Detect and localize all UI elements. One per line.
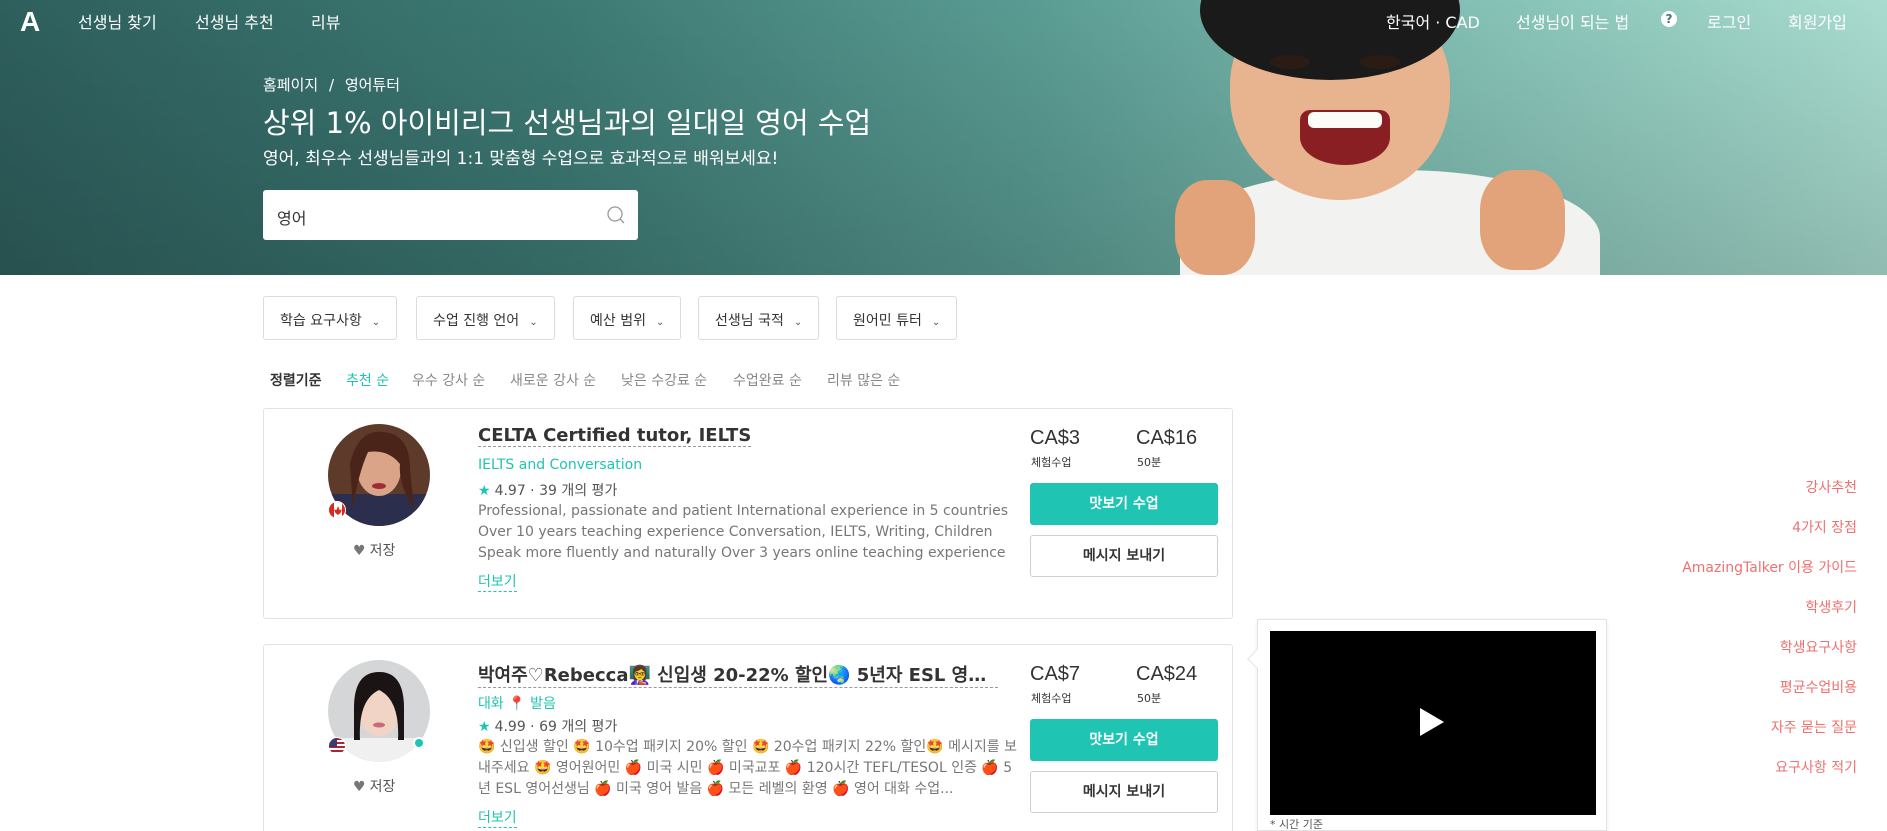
canada-flag-icon bbox=[328, 501, 346, 519]
filter-label: 학습 요구사항 bbox=[280, 313, 362, 329]
chevron-down-icon: ⌄ bbox=[529, 317, 538, 328]
search-value[interactable]: 영어 bbox=[277, 205, 306, 229]
side-nav-guide[interactable]: AmazingTalker 이용 가이드 bbox=[1682, 557, 1857, 577]
sort-option-top-tutors[interactable]: 우수 강사 순 bbox=[412, 370, 485, 390]
trial-lesson-button[interactable]: 맛보기 수업 bbox=[1030, 719, 1218, 761]
nav-recommend-teacher[interactable]: 선생님 추천 bbox=[195, 9, 274, 33]
lesson-price: CA$24 bbox=[1136, 663, 1198, 685]
more-link[interactable]: 더보기 bbox=[478, 807, 517, 828]
tutor-rating: ★ 4.99 · 69 개의 평가 bbox=[478, 716, 617, 736]
save-button[interactable]: ♥ 저장 bbox=[353, 540, 395, 560]
side-nav-faq[interactable]: 자주 묻는 질문 bbox=[1771, 717, 1857, 737]
filter-nationality[interactable]: 선생님 국적 ⌄ bbox=[698, 296, 820, 340]
chevron-down-icon: ⌄ bbox=[793, 317, 803, 328]
send-message-button[interactable]: 메시지 보내기 bbox=[1030, 535, 1218, 577]
filter-label: 선생님 국적 bbox=[715, 313, 784, 329]
page-subtitle: 영어, 최우수 선생님들과의 1:1 맞춤형 수업으로 효과적으로 배워보세요! bbox=[263, 149, 779, 169]
sort-option-new-tutors[interactable]: 새로운 강사 순 bbox=[510, 370, 596, 390]
chevron-down-icon: ⌄ bbox=[931, 317, 941, 328]
help-icon[interactable]: ? bbox=[1661, 11, 1677, 27]
side-nav-student-needs[interactable]: 학생요구사항 bbox=[1780, 637, 1857, 657]
sort-option-lessons-done[interactable]: 수업완료 순 bbox=[733, 370, 802, 390]
trial-price: CA$3 bbox=[1030, 427, 1081, 449]
tutor-card[interactable]: ♥ 저장 CELTA Certified tutor, IELTS IELTS a… bbox=[263, 408, 1233, 619]
nav-reviews[interactable]: 리뷰 bbox=[311, 9, 340, 33]
hero-photo bbox=[1160, 0, 1610, 275]
tutor-description: 🤩 신입생 할인 🤩 10수업 패키지 20% 할인 🤩 20수업 패키지 22… bbox=[478, 739, 1018, 797]
chevron-down-icon: ⌄ bbox=[371, 317, 381, 328]
page-title: 상위 1% 아이비리그 선생님과의 일대일 영어 수업 bbox=[263, 106, 872, 140]
search-input[interactable]: 영어 bbox=[263, 190, 638, 240]
heart-icon: ♥ bbox=[353, 543, 366, 559]
login-link[interactable]: 로그인 bbox=[1707, 9, 1751, 33]
star-icon: ★ bbox=[478, 719, 491, 735]
tutor-subject: 대화 📍 발음 bbox=[478, 696, 556, 712]
side-nav-write-request[interactable]: 요구사항 적기 bbox=[1775, 757, 1857, 777]
breadcrumb: 홈페이지 / 영어튜터 bbox=[263, 74, 406, 95]
sort-option-most-reviews[interactable]: 리뷰 많은 순 bbox=[827, 370, 900, 390]
logo[interactable]: A bbox=[20, 6, 40, 38]
language-currency-selector[interactable]: 한국어 · CAD bbox=[1386, 9, 1480, 33]
chevron-down-icon: ⌄ bbox=[655, 317, 665, 328]
trial-price: CA$7 bbox=[1030, 663, 1081, 685]
side-nav-advantages[interactable]: 4가지 장점 bbox=[1792, 517, 1857, 537]
filter-label: 수업 진행 언어 bbox=[433, 313, 520, 329]
heart-icon: ♥ bbox=[353, 779, 366, 795]
trial-price-label: 체험수업 bbox=[1031, 692, 1072, 705]
sort-label: 정렬기준 bbox=[270, 373, 322, 389]
rating-text: 4.99 · 69 개의 평가 bbox=[494, 719, 618, 735]
lesson-duration: 50분 bbox=[1137, 456, 1162, 469]
sort-option-recommended[interactable]: 추천 순 bbox=[346, 370, 389, 390]
save-label: 저장 bbox=[369, 779, 396, 795]
filter-native-tutor[interactable]: 원어민 튜터 ⌄ bbox=[836, 296, 958, 340]
online-status-dot bbox=[413, 737, 425, 749]
nav-become-teacher[interactable]: 선생님이 되는 법 bbox=[1516, 9, 1629, 33]
hero-banner: A 선생님 찾기 선생님 추천 리뷰 한국어 · CAD 선생님이 되는 법 ?… bbox=[0, 0, 1887, 275]
side-nav-reviews[interactable]: 학생후기 bbox=[1805, 597, 1857, 617]
breadcrumb-current[interactable]: 영어튜터 bbox=[345, 76, 400, 94]
save-label: 저장 bbox=[369, 543, 396, 559]
filter-budget[interactable]: 예산 범위 ⌄ bbox=[573, 296, 682, 340]
sort-option-low-price[interactable]: 낮은 수강료 순 bbox=[621, 370, 707, 390]
trial-lesson-button[interactable]: 맛보기 수업 bbox=[1030, 483, 1218, 525]
star-icon: ★ bbox=[478, 483, 491, 499]
save-button[interactable]: ♥ 저장 bbox=[353, 776, 395, 796]
side-nav-average-cost[interactable]: 평균수업비용 bbox=[1780, 677, 1857, 697]
filter-class-language[interactable]: 수업 진행 언어 ⌄ bbox=[416, 296, 555, 340]
tutor-card[interactable]: ♥ 저장 박여주♡Rebecca👩‍🏫 신입생 20-22% 할인🌏 5년자 ES… bbox=[263, 644, 1233, 831]
trial-price-label: 체험수업 bbox=[1031, 456, 1072, 469]
filter-label: 예산 범위 bbox=[590, 313, 646, 329]
video-preview-panel: * 시간 기준 bbox=[1257, 619, 1607, 831]
send-message-button[interactable]: 메시지 보내기 bbox=[1030, 771, 1218, 813]
lesson-duration: 50분 bbox=[1137, 692, 1162, 705]
tutor-subject: IELTS and Conversation bbox=[478, 457, 643, 473]
search-icon[interactable] bbox=[606, 205, 626, 225]
breadcrumb-separator: / bbox=[328, 76, 335, 94]
tutor-description: Professional, passionate and patient Int… bbox=[478, 503, 1009, 561]
tutor-name[interactable]: CELTA Certified tutor, IELTS bbox=[478, 425, 752, 447]
play-icon[interactable] bbox=[1420, 708, 1444, 736]
breadcrumb-home[interactable]: 홈페이지 bbox=[263, 76, 318, 94]
video-player[interactable] bbox=[1270, 631, 1596, 815]
filter-label: 원어민 튜터 bbox=[853, 313, 922, 329]
side-nav-recommend[interactable]: 강사추천 bbox=[1805, 477, 1857, 497]
usa-flag-icon bbox=[328, 737, 346, 755]
tutor-name[interactable]: 박여주♡Rebecca👩‍🏫 신입생 20-22% 할인🌏 5년자 ESL 영어… bbox=[478, 661, 998, 688]
nav-find-teacher[interactable]: 선생님 찾기 bbox=[78, 9, 157, 33]
lesson-price: CA$16 bbox=[1136, 427, 1198, 449]
rating-text: 4.97 · 39 개의 평가 bbox=[494, 483, 618, 499]
filter-learning-needs[interactable]: 학습 요구사항 ⌄ bbox=[263, 296, 398, 340]
signup-link[interactable]: 회원가입 bbox=[1788, 9, 1847, 33]
video-note: * 시간 기준 bbox=[1270, 818, 1323, 831]
tutor-rating: ★ 4.97 · 39 개의 평가 bbox=[478, 480, 617, 500]
more-link[interactable]: 더보기 bbox=[478, 571, 517, 592]
